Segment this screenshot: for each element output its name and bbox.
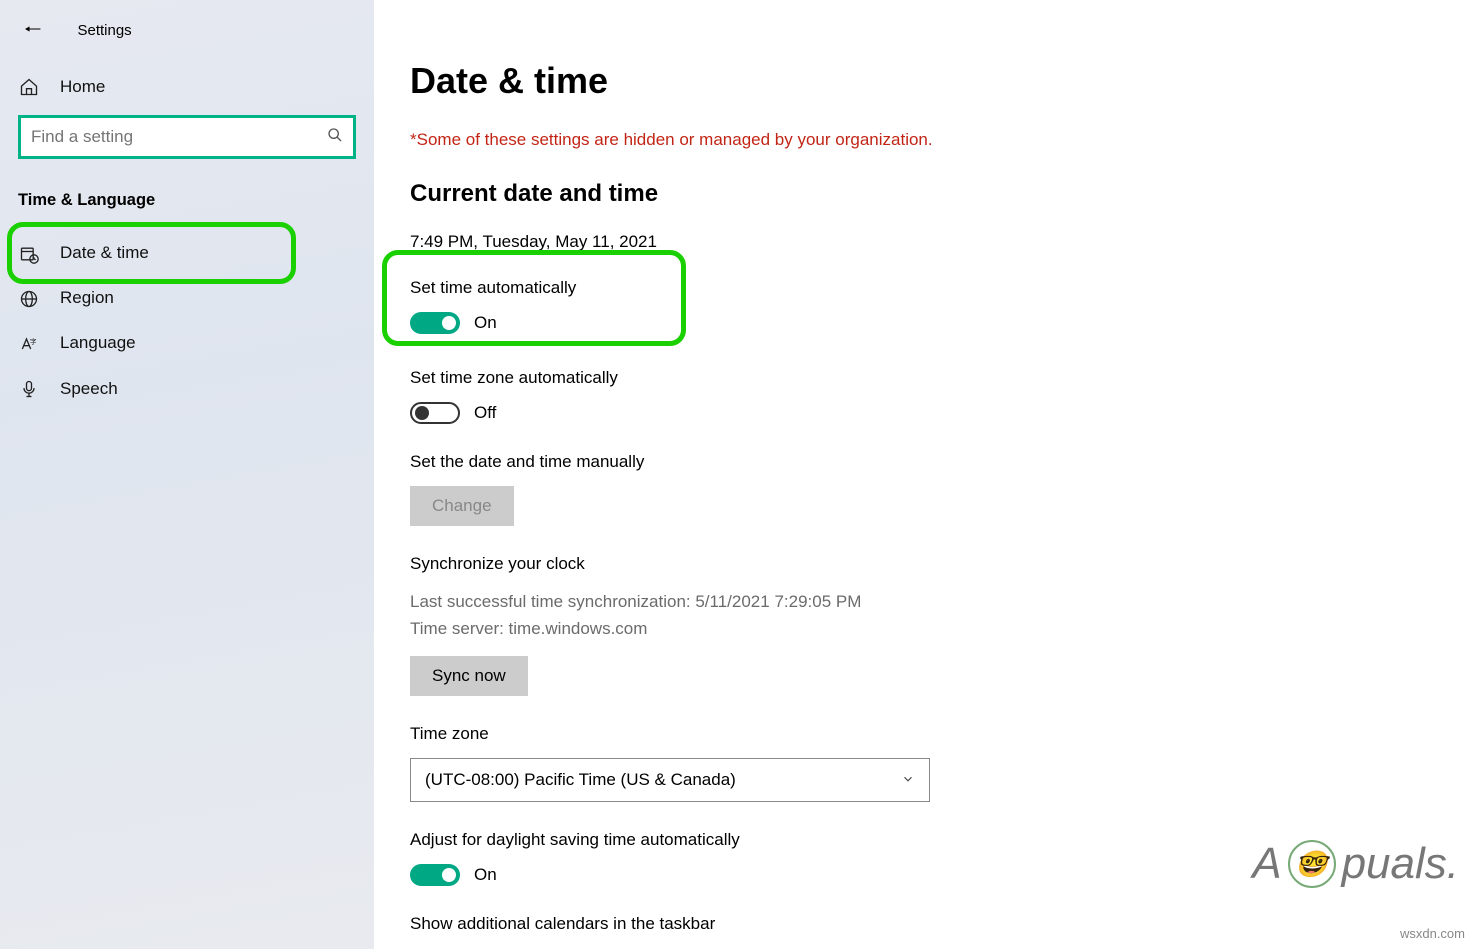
sidebar-item-region[interactable]: Region [0, 276, 374, 321]
app-title: Settings [77, 22, 131, 39]
extra-calendars-label: Show additional calendars in the taskbar [410, 914, 1437, 934]
sync-title: Synchronize your clock [410, 554, 1437, 574]
timezone-value: (UTC-08:00) Pacific Time (US & Canada) [425, 770, 736, 790]
main-content: Date & time *Some of these settings are … [374, 0, 1477, 949]
watermark-logo: A 🤓 puals. [1252, 839, 1459, 889]
sidebar-item-date-time[interactable]: Date & time [0, 230, 374, 275]
microphone-icon [18, 378, 40, 399]
watermark-text-2: puals. [1342, 839, 1459, 889]
svg-text:字: 字 [30, 337, 37, 346]
sidebar-item-label: Language [60, 333, 136, 353]
chevron-down-icon [901, 772, 915, 789]
set-time-auto-state: On [474, 313, 497, 333]
timezone-label: Time zone [410, 724, 1437, 744]
sync-now-button[interactable]: Sync now [410, 656, 528, 696]
sync-last-success: Last successful time synchronization: 5/… [410, 588, 1437, 615]
org-warning: *Some of these settings are hidden or ma… [410, 130, 1437, 150]
change-button: Change [410, 486, 514, 526]
dst-toggle[interactable] [410, 864, 460, 886]
sidebar-item-language[interactable]: 字 Language [0, 321, 374, 366]
sidebar-item-speech[interactable]: Speech [0, 366, 374, 411]
sidebar-item-label: Speech [60, 379, 118, 399]
back-button[interactable]: 🠐 [20, 16, 45, 44]
date-time-icon [18, 242, 40, 263]
home-label: Home [60, 77, 105, 97]
search-input-container[interactable] [18, 115, 356, 159]
search-icon [327, 127, 343, 148]
set-time-auto-label: Set time automatically [410, 278, 1437, 298]
dst-state: On [474, 865, 497, 885]
set-time-auto-toggle[interactable] [410, 312, 460, 334]
set-tz-auto-label: Set time zone automatically [410, 368, 1437, 388]
sidebar-item-home[interactable]: Home [0, 64, 374, 109]
section-current-title: Current date and time [410, 180, 1437, 208]
current-datetime: 7:49 PM, Tuesday, May 11, 2021 [410, 232, 1437, 252]
sync-server: Time server: time.windows.com [410, 615, 1437, 642]
arrow-left-icon: 🠐 [24, 19, 41, 41]
watermark-text: A [1252, 839, 1281, 889]
globe-icon [18, 288, 40, 309]
mascot-icon: 🤓 [1288, 840, 1336, 888]
sidebar-item-label: Region [60, 288, 114, 308]
timezone-select[interactable]: (UTC-08:00) Pacific Time (US & Canada) [410, 758, 930, 802]
page-title: Date & time [410, 60, 1437, 102]
set-tz-auto-toggle[interactable] [410, 402, 460, 424]
sidebar-item-label: Date & time [60, 243, 149, 263]
site-url: wsxdn.com [1400, 926, 1465, 941]
sidebar: 🠐 Settings Home Time & Language Date & [0, 0, 374, 949]
language-icon: 字 [18, 333, 40, 354]
category-heading: Time & Language [0, 179, 374, 230]
home-icon [18, 76, 40, 97]
manual-label: Set the date and time manually [410, 452, 1437, 472]
search-input[interactable] [31, 127, 327, 147]
set-tz-auto-state: Off [474, 403, 496, 423]
